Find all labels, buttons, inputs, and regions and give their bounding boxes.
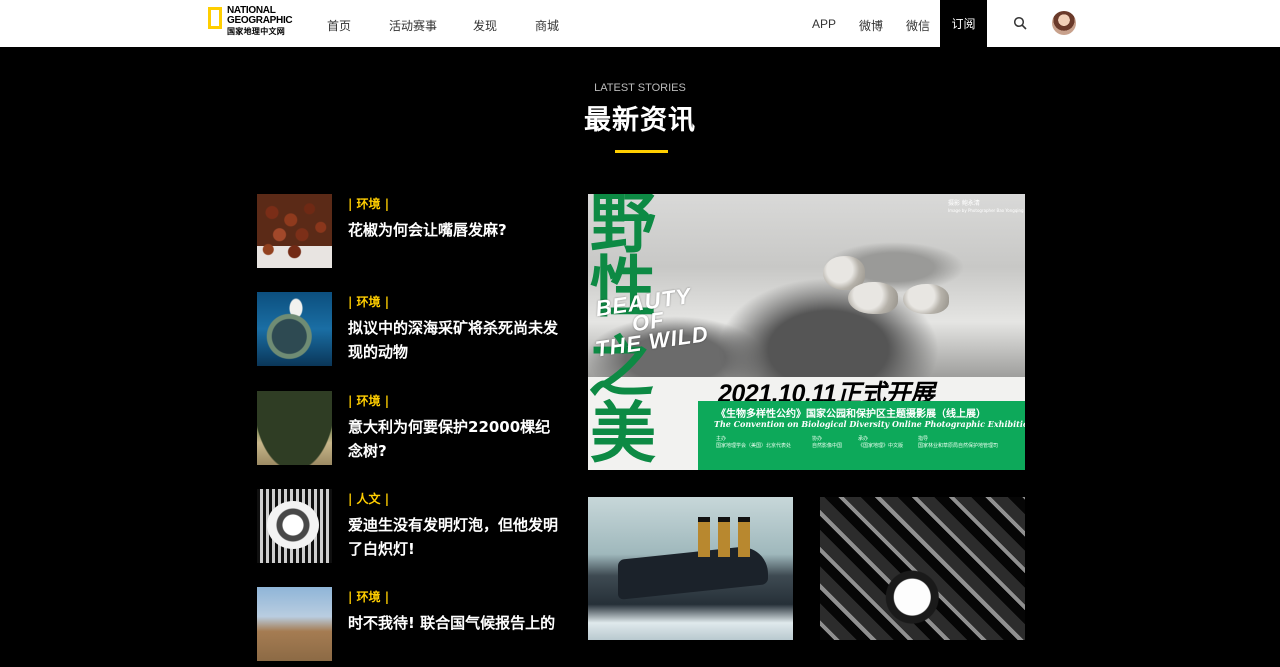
- nav-item-discover[interactable]: 发现: [473, 17, 497, 34]
- story-card-astronaut[interactable]: [820, 497, 1025, 640]
- story-item[interactable]: | 人文 | 爱迪生没有发明灯泡，但他发明了白炽灯!: [257, 489, 577, 569]
- nav-item-shop[interactable]: 商城: [535, 17, 559, 34]
- photo-credit-en: Image by Photographer Bao Yongqing: [948, 208, 1024, 213]
- story-thumbnail[interactable]: [257, 391, 332, 465]
- story-thumbnail[interactable]: [257, 489, 332, 563]
- nav-item-wechat[interactable]: 微信: [906, 17, 930, 34]
- ship-funnel: [738, 517, 750, 557]
- organizer-host: 主办 国家地理学会（美国）北京代表处: [716, 436, 791, 450]
- title-char: 野: [590, 194, 656, 262]
- snow-leopard: [903, 284, 949, 314]
- story-headline[interactable]: 意大利为何要保护22000棵纪念树?: [348, 415, 562, 463]
- story-headline[interactable]: 花椒为何会让嘴唇发麻?: [348, 218, 562, 242]
- national-geographic-logo[interactable]: NATIONAL GEOGRAPHIC 国家地理中文网: [208, 6, 293, 42]
- organizer-role: 协办: [812, 436, 823, 442]
- story-thumbnail[interactable]: [257, 194, 332, 268]
- yellow-frame-icon: [208, 7, 222, 29]
- top-navigation-bar: NATIONAL GEOGRAPHIC 国家地理中文网 首页 活动赛事 发现 商…: [0, 0, 1280, 47]
- story-card-ship[interactable]: [588, 497, 793, 640]
- story-thumbnail[interactable]: [257, 292, 332, 366]
- story-item[interactable]: | 环境 | 时不我待! 联合国气候报告上的: [257, 587, 577, 667]
- nav-item-home[interactable]: 首页: [327, 17, 351, 34]
- organizer-name: 国家林业和草原局自然保护地管理司: [918, 443, 999, 449]
- organizer-role: 主办: [716, 436, 727, 442]
- section-title-cn: 最新资讯: [584, 105, 696, 136]
- search-icon[interactable]: [1013, 16, 1027, 30]
- story-tag[interactable]: | 环境 |: [348, 195, 389, 212]
- ship-funnel: [698, 517, 710, 557]
- story-tag[interactable]: | 环境 |: [348, 392, 389, 409]
- story-thumbnail[interactable]: [257, 587, 332, 661]
- story-item[interactable]: | 环境 | 花椒为何会让嘴唇发麻?: [257, 194, 577, 274]
- section-divider: [615, 150, 668, 153]
- organizer-role: 指导: [918, 436, 929, 442]
- story-headline[interactable]: 时不我待! 联合国气候报告上的: [348, 611, 562, 635]
- organizer-guide: 指导 国家林业和草原局自然保护地管理司: [918, 436, 998, 450]
- nav-item-app[interactable]: APP: [812, 17, 836, 31]
- organizer-name: 国家地理学会（美国）北京代表处: [716, 443, 792, 449]
- story-headline[interactable]: 爱迪生没有发明灯泡，但他发明了白炽灯!: [348, 513, 562, 561]
- exhibition-title-en: The Convention on Biological Diversity O…: [714, 419, 1025, 429]
- story-item[interactable]: | 环境 | 意大利为何要保护22000棵纪念树?: [257, 391, 577, 471]
- title-char: 美: [590, 394, 656, 470]
- section-title-en: LATEST STORIES: [594, 82, 686, 94]
- featured-exhibition-banner[interactable]: 摄影 鲍永清 Image by Photographer Bao Yongqin…: [588, 194, 1025, 470]
- story-tag[interactable]: | 人文 |: [348, 490, 389, 507]
- logo-text: NATIONAL GEOGRAPHIC 国家地理中文网: [227, 6, 293, 38]
- story-tag[interactable]: | 环境 |: [348, 588, 389, 605]
- organizer-role: 承办: [858, 436, 869, 442]
- organizer-undertake: 承办 《国家地理》中文版: [858, 436, 903, 450]
- nav-item-weibo[interactable]: 微博: [859, 17, 883, 34]
- organizer-name: 自然影像中国: [812, 443, 843, 449]
- organizer-co: 协办 自然影像中国: [812, 436, 842, 450]
- snow-leopard: [848, 282, 898, 314]
- story-headline[interactable]: 拟议中的深海采矿将杀死尚未发现的动物: [348, 316, 562, 364]
- logo-line2: GEOGRAPHIC: [227, 15, 293, 26]
- story-tag[interactable]: | 环境 |: [348, 293, 389, 310]
- nav-item-events[interactable]: 活动赛事: [389, 17, 437, 34]
- logo-cn: 国家地理中文网: [227, 27, 286, 36]
- exhibition-title-cn: 《生物多样性公约》国家公园和保护区主题摄影展（线上展）: [716, 409, 986, 420]
- user-avatar[interactable]: [1052, 11, 1076, 35]
- organizer-name: 《国家地理》中文版: [858, 443, 904, 449]
- lightbulb-image: [267, 501, 319, 549]
- photo-credit: 摄影 鲍永清 Image by Photographer Bao Yongqin…: [948, 200, 1024, 214]
- ship-funnel: [718, 517, 730, 557]
- photo-credit-cn: 摄影 鲍永清: [948, 200, 980, 207]
- subscribe-button[interactable]: 订阅: [940, 0, 987, 47]
- story-item[interactable]: | 环境 | 拟议中的深海采矿将杀死尚未发现的动物: [257, 292, 577, 372]
